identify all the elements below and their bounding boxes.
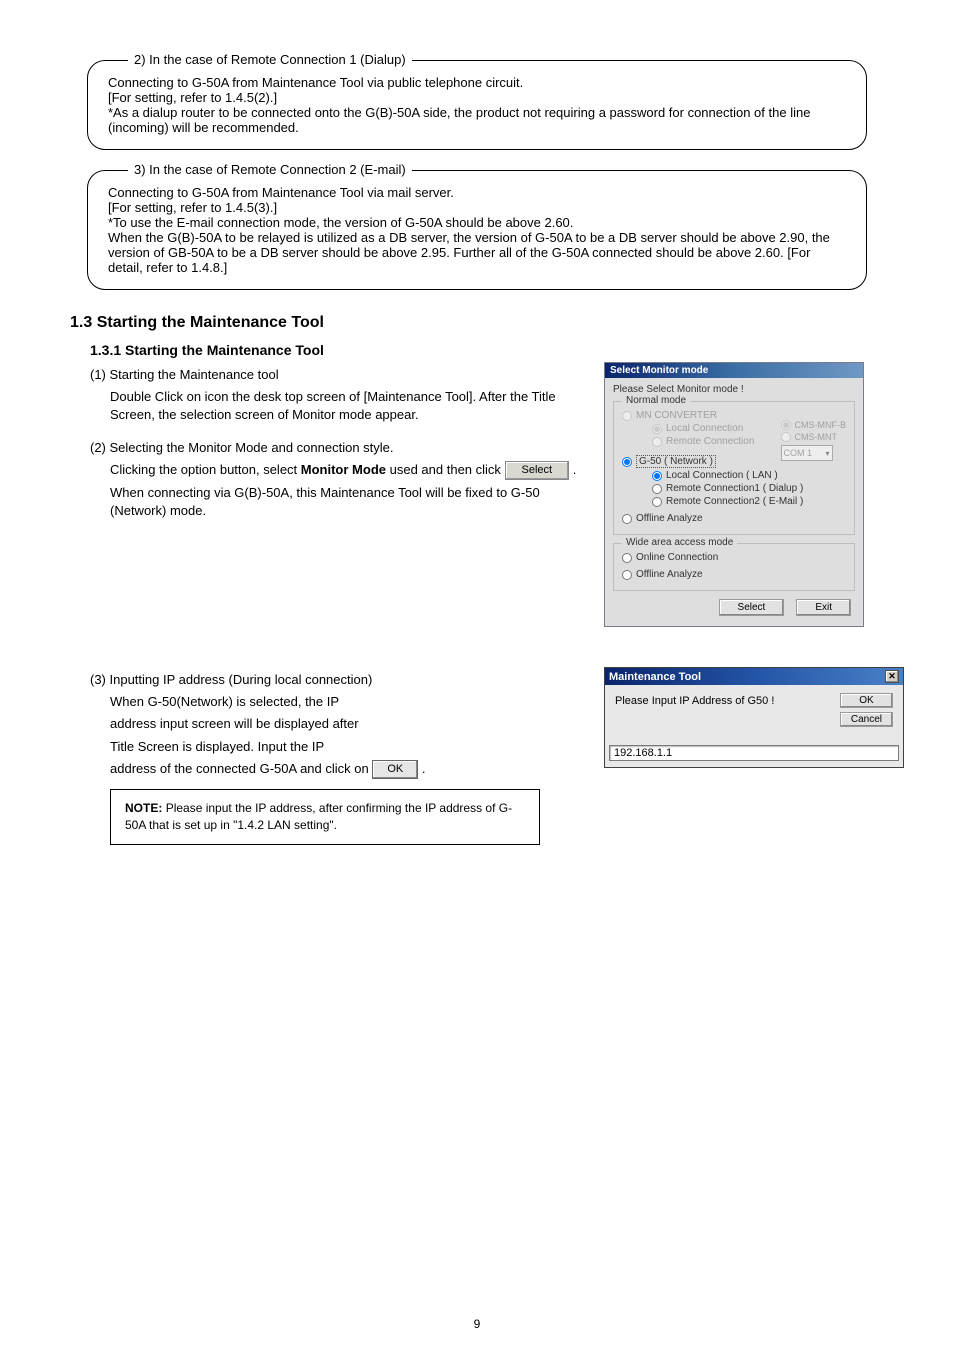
g50-label: G-50 ( Network )	[636, 455, 716, 468]
select-monitor-mode-dialog: Select Monitor mode Please Select Monito…	[604, 362, 864, 627]
box1-p1: Connecting to G-50A from Maintenance Too…	[108, 75, 846, 90]
remote-connection-2-box: 3) In the case of Remote Connection 2 (E…	[87, 170, 867, 290]
box1-p2: [For setting, refer to 1.4.5(2).]	[108, 90, 846, 105]
section-1-3-1: 1.3.1 Starting the Maintenance Tool	[90, 342, 904, 358]
box2-p2: [For setting, refer to 1.4.5(3).]	[108, 200, 846, 215]
box1-p3: *As a dialup router to be connected onto…	[108, 105, 846, 135]
step3-line-d: address of the connected G-50A and click…	[110, 760, 584, 779]
g50-local-radio[interactable]: Local Connection ( LAN )	[652, 470, 846, 481]
online-label: Online Connection	[636, 552, 718, 563]
dialog-prompt: Please Select Monitor mode !	[613, 384, 855, 395]
cms-column: CMS-MNF-B CMS-MNT COM 1 ▾	[781, 418, 847, 461]
step3-c: Title Screen is displayed. Input the IP	[110, 738, 584, 756]
dialog-title: Select Monitor mode	[610, 365, 708, 376]
step2-c: used and then click	[390, 462, 505, 477]
note-label: NOTE:	[125, 801, 162, 815]
step3-d: address of the connected G-50A and click…	[110, 761, 369, 776]
g50-remote2-radio[interactable]: Remote Connection2 ( E-Mail )	[652, 496, 846, 507]
box-label-2: 3) In the case of Remote Connection 2 (E…	[128, 162, 412, 177]
note-text: Please input the IP address, after confi…	[125, 801, 512, 832]
online-connection-radio[interactable]: Online Connection	[622, 552, 846, 563]
step2-a: Clicking the option button, select	[110, 462, 301, 477]
select-button[interactable]: Select	[719, 599, 785, 616]
cms-mnf-b-label: CMS-MNF-B	[795, 420, 847, 430]
normal-mode-fieldset: Normal mode MN CONVERTER Local Connectio…	[613, 401, 855, 535]
ip-address-dialog: Maintenance Tool ✕ Please Input IP Addre…	[604, 667, 904, 768]
step2-b: Monitor Mode	[301, 462, 386, 477]
box-label-1: 2) In the case of Remote Connection 1 (D…	[128, 52, 412, 67]
ok-button-inline[interactable]: OK	[372, 760, 418, 779]
com-port-select: COM 1 ▾	[781, 445, 833, 461]
ip-address-input[interactable]	[609, 745, 899, 761]
remote-connection-1-box: 2) In the case of Remote Connection 1 (D…	[87, 60, 867, 150]
step3-a: When G-50(Network) is selected, the IP	[110, 693, 584, 711]
mn-converter-label: MN CONVERTER	[636, 410, 717, 421]
note-box: NOTE: Please input the IP address, after…	[110, 789, 540, 845]
step2-text: Clicking the option button, select Monit…	[110, 461, 584, 480]
step1-label: (1) Starting the Maintenance tool	[90, 366, 584, 384]
section-1-3: 1.3 Starting the Maintenance Tool	[70, 314, 904, 332]
normal-mode-label: Normal mode	[622, 395, 690, 406]
com-port-value: COM 1	[784, 448, 813, 458]
g50-remote1-radio[interactable]: Remote Connection1 ( Dialup )	[652, 483, 846, 494]
g50-r2-label: Remote Connection2 ( E-Mail )	[666, 496, 803, 507]
step2-e: When connecting via G(B)-50A, this Maint…	[110, 484, 584, 520]
offline2-label: Offline Analyze	[636, 569, 703, 580]
box2-p1: Connecting to G-50A from Maintenance Too…	[108, 185, 846, 200]
ok-button[interactable]: OK	[840, 693, 893, 708]
g50-local-label: Local Connection ( LAN )	[666, 470, 778, 481]
step3-e: .	[422, 761, 426, 776]
offline-analyze-radio[interactable]: Offline Analyze	[622, 513, 846, 524]
g50-r1-label: Remote Connection1 ( Dialup )	[666, 483, 803, 494]
box2-p3a: *To use the E-mail connection mode, the …	[108, 215, 846, 230]
mn-remote-label: Remote Connection	[666, 436, 754, 447]
offline-analyze2-radio[interactable]: Offline Analyze	[622, 569, 846, 580]
step2-d: .	[573, 462, 577, 477]
wide-area-label: Wide area access mode	[622, 537, 737, 548]
mn-local-label: Local Connection	[666, 423, 743, 434]
exit-button[interactable]: Exit	[796, 599, 851, 616]
cms-mnt-label: CMS-MNT	[795, 432, 838, 442]
ip-dialog-title: Maintenance Tool	[609, 671, 701, 683]
page-number: 9	[0, 1317, 954, 1331]
ip-dialog-titlebar: Maintenance Tool ✕	[605, 668, 903, 685]
wide-area-fieldset: Wide area access mode Online Connection …	[613, 543, 855, 591]
step1-text: Double Click on icon the desk top screen…	[110, 388, 584, 424]
cms-mnt-radio: CMS-MNT	[781, 432, 847, 442]
step3-b: address input screen will be displayed a…	[110, 715, 584, 733]
step3-label: (3) Inputting IP address (During local c…	[90, 671, 584, 689]
cancel-button[interactable]: Cancel	[840, 712, 893, 727]
cms-mnf-b-radio: CMS-MNF-B	[781, 420, 847, 430]
step2-label: (2) Selecting the Monitor Mode and conne…	[90, 439, 584, 457]
chevron-down-icon: ▾	[825, 449, 829, 458]
dialog-titlebar: Select Monitor mode	[605, 363, 863, 378]
select-button-inline[interactable]: Select	[505, 461, 570, 480]
close-icon[interactable]: ✕	[885, 670, 899, 683]
offline-label: Offline Analyze	[636, 513, 703, 524]
box2-p3b: When the G(B)-50A to be relayed is utili…	[108, 230, 846, 275]
